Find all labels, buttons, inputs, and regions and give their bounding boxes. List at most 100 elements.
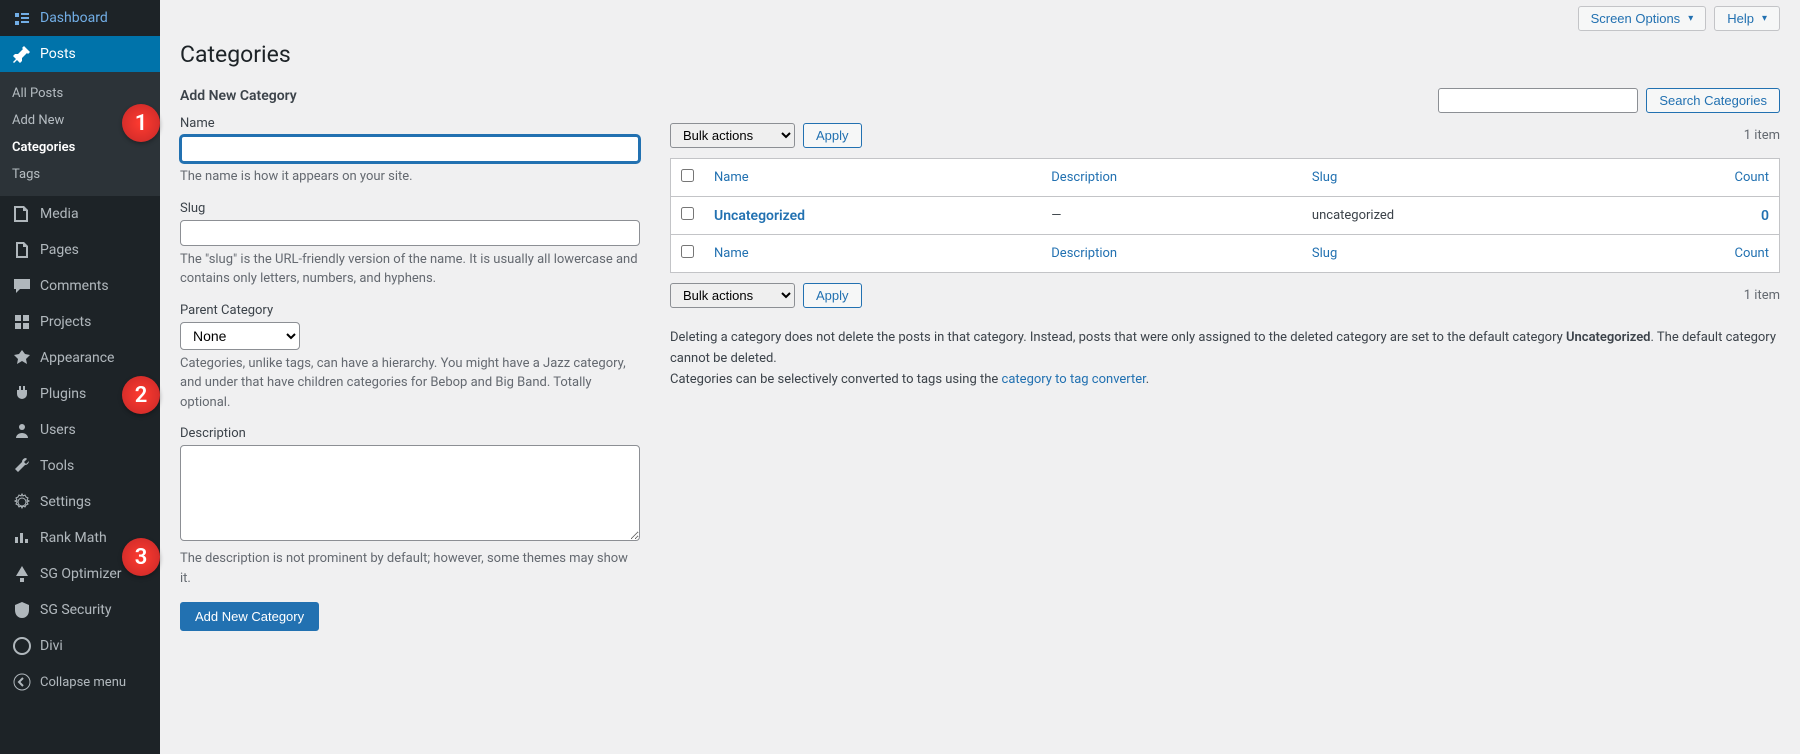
tools-icon [12,456,32,476]
submenu-all-posts[interactable]: All Posts [0,80,160,107]
sidebar-item-media[interactable]: Media [0,196,160,232]
name-label: Name [180,116,640,131]
note-p2a: Categories can be selectively converted … [670,372,1002,387]
main-content: Screen Options Help Categories 1 2 3 Add… [160,0,1800,651]
sidebar-item-settings[interactable]: Settings [0,484,160,520]
note-p1a: Deleting a category does not delete the … [670,330,1566,345]
category-to-tag-converter-link[interactable]: category to tag converter [1002,372,1146,387]
sidebar-item-tools[interactable]: Tools [0,448,160,484]
top-bar: Screen Options Help [160,0,1800,31]
search-categories-button[interactable]: Search Categories [1646,88,1780,113]
row-name-link[interactable]: Uncategorized [714,208,805,224]
table-row: Uncategorized — uncategorized 0 [671,197,1780,235]
parent-select[interactable]: None [180,322,300,350]
bulk-actions-select-bottom[interactable]: Bulk actions [670,283,795,308]
search-input[interactable] [1438,88,1638,113]
shield-icon [12,600,32,620]
submenu-tags[interactable]: Tags [0,161,160,188]
sidebar-label-pages: Pages [40,242,79,258]
sidebar-label-sg-security: SG Security [40,602,111,618]
row-description: — [1041,197,1302,235]
select-all-top[interactable] [681,169,694,182]
select-all-bottom[interactable] [681,245,694,258]
add-category-button[interactable]: Add New Category [180,602,319,631]
sidebar-item-appearance[interactable]: Appearance [0,340,160,376]
pin-icon [12,44,32,64]
plugins-icon [12,384,32,404]
sidebar-item-divi[interactable]: Divi [0,628,160,664]
bulk-actions-select-top[interactable]: Bulk actions [670,123,795,148]
description-label: Description [180,426,640,441]
add-category-form: Add New Category Name The name is how it… [180,88,640,631]
description-input[interactable] [180,445,640,541]
col-name-top[interactable]: Name [714,170,749,185]
col-count-top[interactable]: Count [1735,170,1769,185]
col-description-bottom[interactable]: Description [1051,246,1117,261]
users-icon [12,420,32,440]
parent-label: Parent Category [180,303,640,318]
delete-note: Deleting a category does not delete the … [670,328,1780,390]
comments-icon [12,276,32,296]
slug-label: Slug [180,201,640,216]
sidebar-label-rank-math: Rank Math [40,530,107,546]
row-checkbox[interactable] [681,207,694,220]
sidebar-label-plugins: Plugins [40,386,86,402]
description-help: The description is not prominent by defa… [180,549,640,588]
annotation-badge-3: 3 [122,538,160,576]
sidebar-label-tools: Tools [40,458,74,474]
form-heading: Add New Category [180,88,640,104]
sidebar-item-sg-security[interactable]: SG Security [0,592,160,628]
categories-list-panel: Search Categories Bulk actions Apply 1 i… [670,88,1780,631]
sidebar-label-dashboard: Dashboard [40,10,108,26]
sidebar-item-projects[interactable]: Projects [0,304,160,340]
dashboard-icon [12,8,32,28]
sidebar-label-sg-optimizer: SG Optimizer [40,566,121,582]
rank-math-icon [12,528,32,548]
search-row: Search Categories [670,88,1780,113]
apply-button-top[interactable]: Apply [803,123,862,148]
collapse-menu[interactable]: Collapse menu [0,664,160,700]
sidebar-item-dashboard[interactable]: Dashboard [0,0,160,36]
slug-input[interactable] [180,220,640,246]
pages-icon [12,240,32,260]
sidebar-item-comments[interactable]: Comments [0,268,160,304]
col-count-bottom[interactable]: Count [1735,246,1769,261]
settings-icon [12,492,32,512]
item-count-top: 1 item [1744,128,1780,143]
sidebar-item-pages[interactable]: Pages [0,232,160,268]
col-description-top[interactable]: Description [1051,170,1117,185]
apply-button-bottom[interactable]: Apply [803,283,862,308]
help-button[interactable]: Help [1714,6,1780,31]
name-input[interactable] [180,135,640,163]
parent-help: Categories, unlike tags, can have a hier… [180,354,640,413]
screen-options-button[interactable]: Screen Options [1578,6,1707,31]
name-help: The name is how it appears on your site. [180,167,640,187]
categories-table: Name Description Slug Count Uncategorize… [670,158,1780,273]
sidebar-item-posts[interactable]: Posts [0,36,160,72]
sidebar-label-comments: Comments [40,278,109,294]
sidebar-label-appearance: Appearance [40,350,114,366]
parent-field-wrap: Parent Category None Categories, unlike … [180,303,640,413]
slug-field-wrap: Slug The "slug" is the URL-friendly vers… [180,201,640,289]
divi-icon [12,636,32,656]
row-count-link[interactable]: 0 [1761,208,1769,224]
tablenav-top: Bulk actions Apply 1 item [670,123,1780,148]
sg-optimizer-icon [12,564,32,584]
sidebar-label-media: Media [40,206,79,222]
sidebar-item-users[interactable]: Users [0,412,160,448]
sidebar-label-posts: Posts [40,46,76,62]
appearance-icon [12,348,32,368]
note-p2b: . [1146,372,1149,387]
collapse-icon [12,672,32,692]
description-field-wrap: Description The description is not promi… [180,426,640,588]
annotation-badge-2: 2 [122,376,160,414]
sidebar-label-divi: Divi [40,638,63,654]
row-slug: uncategorized [1302,197,1613,235]
projects-icon [12,312,32,332]
col-name-bottom[interactable]: Name [714,246,749,261]
col-slug-top[interactable]: Slug [1312,170,1337,185]
sidebar-label-projects: Projects [40,314,91,330]
col-slug-bottom[interactable]: Slug [1312,246,1337,261]
collapse-label: Collapse menu [40,675,126,690]
name-field-wrap: Name The name is how it appears on your … [180,116,640,187]
